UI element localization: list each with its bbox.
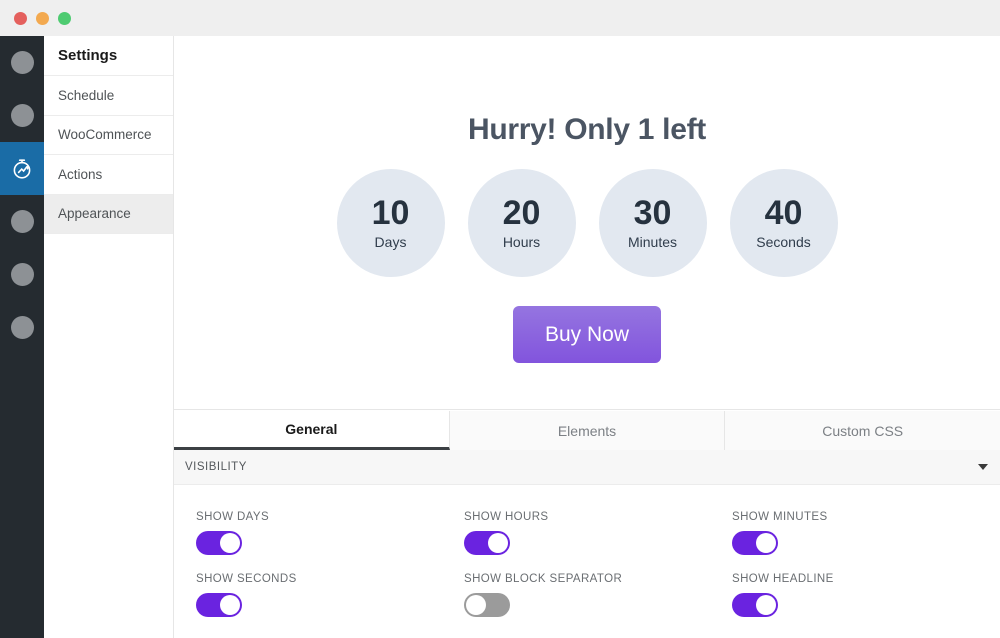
rail-item-4[interactable] — [0, 248, 44, 301]
sidebar-item-woocommerce[interactable]: WooCommerce — [44, 116, 173, 155]
circle-placeholder-icon — [10, 51, 34, 74]
sidebar-item-label: WooCommerce — [58, 127, 152, 143]
toggle-field-show-seconds: SHOW SECONDS — [196, 573, 464, 635]
tab-elements[interactable]: Elements — [449, 411, 726, 450]
chevron-down-icon[interactable] — [978, 464, 988, 470]
tab-label: General — [285, 421, 338, 437]
toggle-field-show-block-separator: SHOW BLOCK SEPARATOR — [464, 573, 732, 635]
toggle-show-headline[interactable] — [732, 593, 778, 617]
toggle-field-show-minutes: SHOW MINUTES — [732, 511, 1000, 573]
countdown-unit-days: 10 Days — [336, 169, 445, 277]
tab-label: Custom CSS — [822, 422, 904, 439]
countdown-label: Minutes — [627, 233, 678, 250]
toggle-label: SHOW DAYS — [196, 511, 270, 523]
toggle-label: SHOW MINUTES — [732, 511, 828, 523]
toggle-knob — [756, 533, 776, 553]
tab-general[interactable]: General — [174, 411, 450, 450]
rail-item-0[interactable] — [0, 36, 44, 89]
visibility-section-header[interactable]: VISIBILITY — [174, 450, 1000, 485]
countdown-value: 10 — [371, 194, 410, 233]
toggle-label: SHOW HEADLINE — [732, 573, 834, 585]
toggle-knob — [488, 533, 508, 553]
section-title: VISIBILITY — [185, 461, 247, 473]
toggle-knob — [466, 595, 486, 615]
preview-headline: Hurry! Only 1 left — [468, 113, 706, 146]
app-window: Settings Schedule WooCommerce Actions Appea… — [0, 0, 1000, 638]
rail-item-3[interactable] — [0, 195, 44, 248]
window-titlebar — [0, 0, 1000, 36]
circle-placeholder-icon — [10, 316, 34, 339]
sidebar-item-actions[interactable]: Actions — [44, 155, 173, 195]
sidebar-item-schedule[interactable]: Schedule — [44, 76, 173, 116]
tab-label: Elements — [557, 422, 617, 439]
toggle-show-seconds[interactable] — [196, 593, 242, 617]
close-button[interactable] — [14, 11, 27, 25]
settings-tabs: General Elements Custom CSS — [174, 411, 1000, 450]
sidebar-item-label: Schedule — [58, 87, 115, 103]
rail-item-1[interactable] — [0, 89, 44, 142]
visibility-toggles: SHOW DAYS SHOW HOURS SHOW MINUTES SHOW SECO… — [174, 485, 1000, 638]
toggle-field-show-hours: SHOW HOURS — [464, 511, 732, 573]
sidebar-item-label: Appearance — [58, 206, 131, 222]
toggle-knob — [756, 595, 776, 615]
sidebar-item-appearance[interactable]: Appearance — [44, 194, 173, 234]
rail-item-2[interactable] — [0, 142, 44, 195]
countdown-label: Hours — [502, 233, 541, 250]
icon-rail — [0, 36, 44, 638]
toggle-knob — [220, 595, 240, 615]
countdown-circles: 10 Days 20 Hours 30 Minutes 40 Seconds — [336, 169, 838, 277]
settings-nav: Settings Schedule WooCommerce Actions Appea… — [44, 36, 174, 638]
countdown-value: 40 — [764, 194, 803, 233]
toggle-field-show-days: SHOW DAYS — [196, 511, 464, 573]
toggle-knob — [220, 533, 240, 553]
toggle-label: SHOW HOURS — [464, 511, 549, 523]
circle-placeholder-icon — [10, 104, 34, 127]
rail-item-5[interactable] — [0, 301, 44, 354]
countdown-label: Days — [374, 233, 407, 250]
toggle-show-days[interactable] — [196, 531, 242, 555]
circle-placeholder-icon — [10, 263, 34, 286]
countdown-value: 20 — [502, 194, 541, 233]
toggle-show-hours[interactable] — [464, 531, 510, 555]
countdown-label: Seconds — [756, 233, 811, 250]
tab-custom-css[interactable]: Custom CSS — [725, 411, 1000, 450]
traffic-lights — [14, 11, 71, 25]
sidebar-item-label: Actions — [58, 166, 103, 182]
toggle-show-minutes[interactable] — [732, 531, 778, 555]
buy-now-button[interactable]: Buy Now — [513, 306, 661, 363]
countdown-unit-seconds: 40 Seconds — [729, 169, 838, 277]
minimize-button[interactable] — [36, 11, 49, 25]
toggle-label: SHOW SECONDS — [196, 573, 297, 585]
zoom-button[interactable] — [58, 11, 71, 25]
countdown-unit-minutes: 30 Minutes — [598, 169, 707, 277]
countdown-value: 30 — [633, 194, 672, 233]
circle-placeholder-icon — [10, 210, 34, 233]
countdown-unit-hours: 20 Hours — [467, 169, 576, 277]
countdown-preview: Hurry! Only 1 left 10 Days 20 Hours 30 Minute… — [174, 76, 1000, 410]
toggle-field-show-headline: SHOW HEADLINE — [732, 573, 1000, 635]
toggle-show-block-separator[interactable] — [464, 593, 510, 617]
page-title: Settings — [44, 36, 173, 76]
toggle-label: SHOW BLOCK SEPARATOR — [464, 573, 623, 585]
